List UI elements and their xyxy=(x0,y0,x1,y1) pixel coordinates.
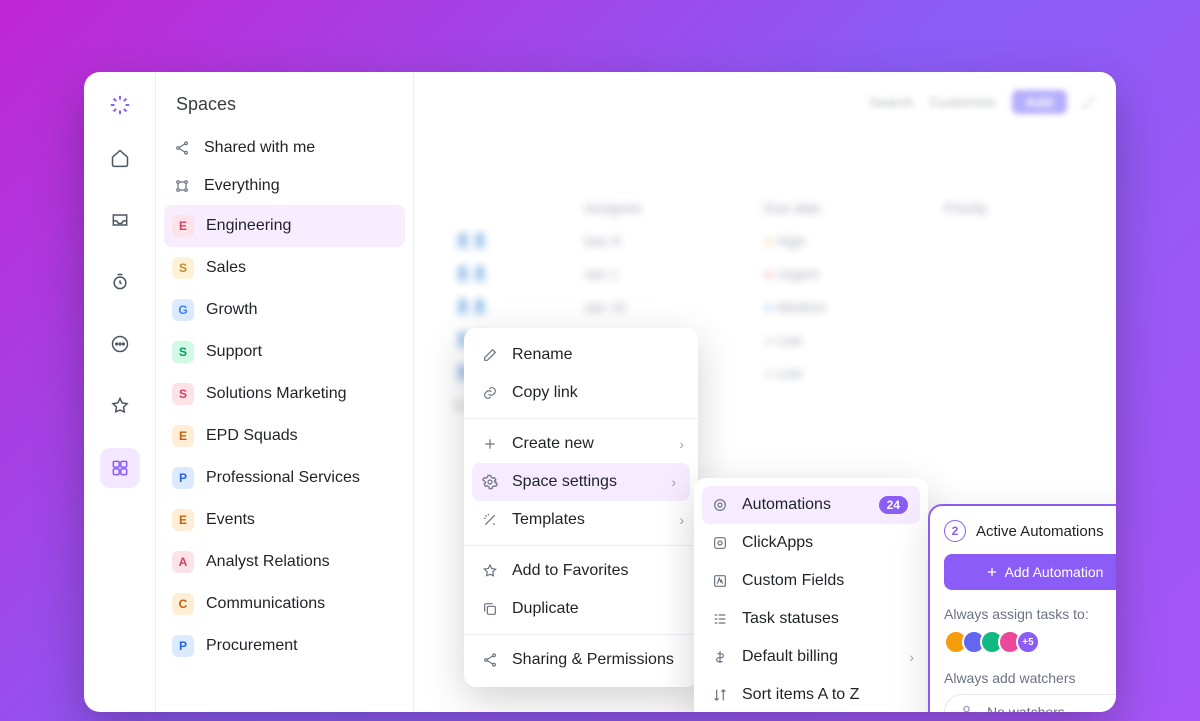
chevron-right-icon: › xyxy=(909,649,914,665)
link-icon xyxy=(482,385,500,401)
space-badge: S xyxy=(172,383,194,405)
menu-rename[interactable]: Rename xyxy=(464,336,698,374)
space-badge: E xyxy=(172,509,194,531)
submenu-sort-az[interactable]: Sort items A to Z xyxy=(694,676,928,712)
sidebar-space-events[interactable]: EEvents xyxy=(156,499,413,541)
sidebar-space-epd-squads[interactable]: EEPD Squads xyxy=(156,415,413,457)
space-badge: E xyxy=(172,215,194,237)
sidebar-item-shared-with-me[interactable]: Shared with me xyxy=(156,129,413,167)
inbox-icon[interactable] xyxy=(100,200,140,240)
add-button[interactable]: Add xyxy=(1012,90,1067,114)
logo xyxy=(109,94,131,116)
space-badge: A xyxy=(172,551,194,573)
copy-icon xyxy=(482,601,500,617)
nav-rail xyxy=(84,72,156,712)
share-icon xyxy=(172,140,192,156)
context-menu: Rename Copy link Create new› Space setti… xyxy=(464,328,698,687)
sidebar-space-engineering[interactable]: EEngineering xyxy=(164,205,405,247)
menu-copy-link[interactable]: Copy link xyxy=(464,374,698,412)
share-icon xyxy=(482,652,500,668)
customize-link[interactable]: Customize xyxy=(929,94,995,110)
person-add-icon xyxy=(959,703,977,712)
space-badge: P xyxy=(172,467,194,489)
add-automation-button[interactable]: Add Automation xyxy=(944,554,1116,590)
space-badge: C xyxy=(172,593,194,615)
spaces-icon[interactable] xyxy=(100,448,140,488)
submenu-clickapps[interactable]: ClickApps xyxy=(694,524,928,562)
watchers-label: Always add watchers xyxy=(944,670,1116,686)
chevron-right-icon: › xyxy=(679,512,684,528)
submenu-custom-fields[interactable]: Custom Fields xyxy=(694,562,928,600)
submenu-default-billing[interactable]: Default billing› xyxy=(694,638,928,676)
sidebar: Spaces Shared with meEverythingEEngineer… xyxy=(156,72,414,712)
pencil-icon xyxy=(482,347,500,363)
topbar: Search Customize Add ⤢ xyxy=(869,90,1094,114)
more-avatars-badge: +5 xyxy=(1016,630,1040,654)
plus-icon xyxy=(985,565,999,579)
sidebar-space-professional-services[interactable]: PProfessional Services xyxy=(156,457,413,499)
space-badge: G xyxy=(172,299,194,321)
sidebar-space-communications[interactable]: CCommunications xyxy=(156,583,413,625)
wand-icon xyxy=(482,512,500,528)
statuses-icon xyxy=(712,611,730,627)
plus-icon xyxy=(482,436,500,452)
sort-icon xyxy=(712,687,730,703)
star-outline-icon xyxy=(482,563,500,579)
sidebar-space-solutions-marketing[interactable]: SSolutions Marketing xyxy=(156,373,413,415)
space-badge: S xyxy=(172,341,194,363)
expand-icon[interactable]: ⤢ xyxy=(1083,94,1094,111)
automations-count-badge: 24 xyxy=(879,496,908,514)
automations-panel: 2 Active Automations Add Automation Alwa… xyxy=(928,504,1116,712)
space-badge: E xyxy=(172,425,194,447)
menu-duplicate[interactable]: Duplicate xyxy=(464,590,698,628)
space-badge: S xyxy=(172,257,194,279)
automation-icon xyxy=(712,497,730,513)
gear-icon xyxy=(482,474,500,490)
menu-space-settings[interactable]: Space settings› xyxy=(472,463,690,501)
custom-fields-icon xyxy=(712,573,730,589)
sidebar-space-procurement[interactable]: PProcurement xyxy=(156,625,413,667)
chevron-right-icon: › xyxy=(679,436,684,452)
everything-icon xyxy=(172,178,192,194)
space-badge: P xyxy=(172,635,194,657)
automations-panel-title: 2 Active Automations xyxy=(944,520,1116,542)
watchers-input[interactable]: No watchers xyxy=(944,694,1116,712)
more-icon[interactable] xyxy=(100,324,140,364)
menu-favorites[interactable]: Add to Favorites xyxy=(464,552,698,590)
menu-templates[interactable]: Templates› xyxy=(464,501,698,539)
space-settings-submenu: Automations24 ClickApps Custom Fields Ta… xyxy=(694,478,928,712)
assign-label: Always assign tasks to: xyxy=(944,606,1116,622)
sidebar-title: Spaces xyxy=(156,72,413,129)
timer-icon[interactable] xyxy=(100,262,140,302)
star-icon[interactable] xyxy=(100,386,140,426)
sidebar-space-analyst-relations[interactable]: AAnalyst Relations xyxy=(156,541,413,583)
menu-create-new[interactable]: Create new› xyxy=(464,425,698,463)
search-link[interactable]: Search xyxy=(869,94,913,110)
sidebar-space-sales[interactable]: SSales xyxy=(156,247,413,289)
sidebar-item-everything[interactable]: Everything xyxy=(156,167,413,205)
chevron-right-icon: › xyxy=(671,474,676,490)
home-icon[interactable] xyxy=(100,138,140,178)
sidebar-space-support[interactable]: SSupport xyxy=(156,331,413,373)
menu-sharing[interactable]: Sharing & Permissions xyxy=(464,641,698,679)
submenu-automations[interactable]: Automations24 xyxy=(702,486,920,524)
dollar-icon xyxy=(712,649,730,665)
active-count-badge: 2 xyxy=(944,520,966,542)
assignee-avatars[interactable]: +5 xyxy=(944,630,1116,654)
sidebar-space-growth[interactable]: GGrowth xyxy=(156,289,413,331)
clickapps-icon xyxy=(712,535,730,551)
app-window: Spaces Shared with meEverythingEEngineer… xyxy=(84,72,1116,712)
submenu-task-statuses[interactable]: Task statuses xyxy=(694,600,928,638)
